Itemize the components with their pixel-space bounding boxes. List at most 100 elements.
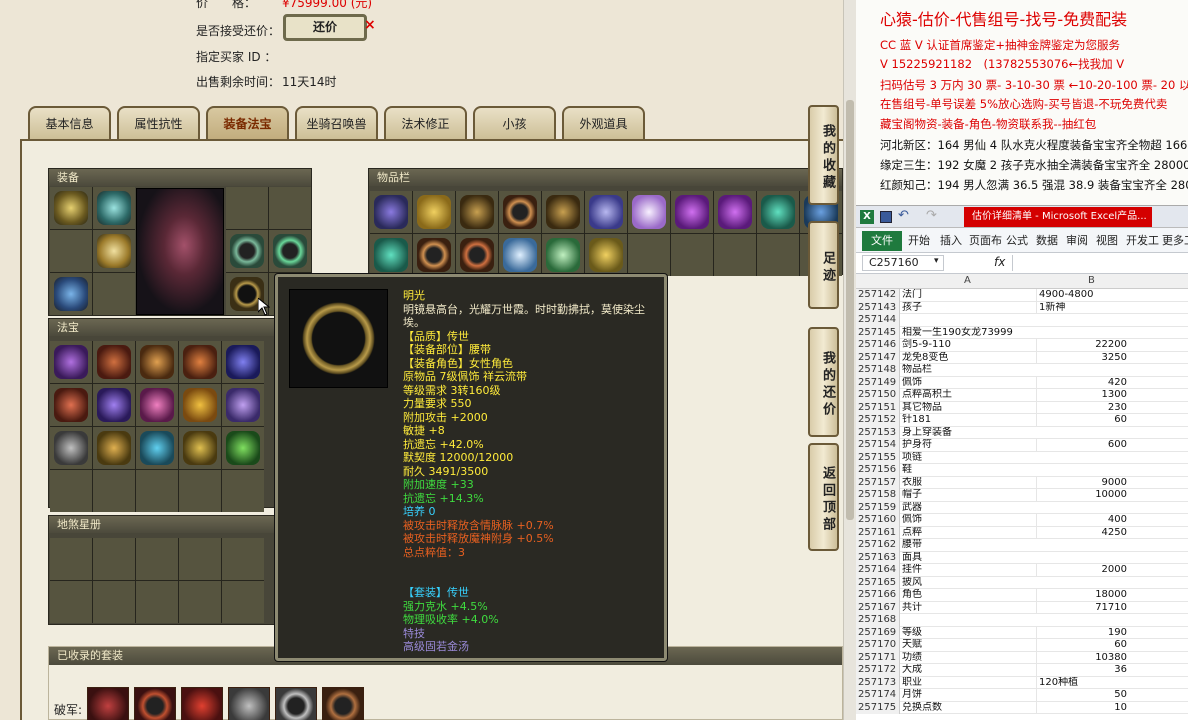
cell-a[interactable]: 佩饰 bbox=[902, 514, 1035, 527]
row-number[interactable]: 257159 bbox=[856, 501, 900, 514]
cell-b[interactable]: 60 bbox=[1036, 639, 1131, 652]
cell-b[interactable]: 600 bbox=[1036, 439, 1131, 452]
scroll-thumb[interactable] bbox=[846, 100, 854, 520]
cell-a[interactable]: 等级 bbox=[902, 627, 1035, 640]
treasure-slot[interactable] bbox=[179, 341, 221, 383]
cell-b[interactable]: 120种植 bbox=[1036, 676, 1131, 689]
cell-b[interactable]: 10380 bbox=[1036, 651, 1131, 664]
my-favorites-button[interactable]: 我的收藏 bbox=[808, 105, 839, 205]
inventory-slot[interactable] bbox=[456, 191, 498, 233]
inventory-slot[interactable] bbox=[628, 191, 670, 233]
cell-a[interactable]: 腰带 bbox=[902, 539, 1035, 552]
ribbon-tab-formulas[interactable]: 公式 bbox=[1006, 232, 1028, 248]
treasure-slot[interactable] bbox=[222, 470, 264, 512]
cell-b[interactable]: 50 bbox=[1036, 689, 1131, 702]
close-icon[interactable]: × bbox=[364, 17, 376, 33]
row-number[interactable]: 257161 bbox=[856, 526, 900, 539]
equip-slot[interactable] bbox=[226, 187, 268, 229]
treasure-slot[interactable] bbox=[179, 470, 221, 512]
row-number[interactable]: 257145 bbox=[856, 326, 900, 339]
row-number[interactable]: 257150 bbox=[856, 389, 900, 402]
earth-book-slot[interactable] bbox=[136, 538, 178, 580]
cell-a[interactable]: 针181 bbox=[902, 414, 1035, 427]
row-number[interactable]: 257143 bbox=[856, 301, 900, 314]
row-number[interactable]: 257171 bbox=[856, 651, 900, 664]
row-number[interactable]: 257172 bbox=[856, 664, 900, 677]
cell-b[interactable]: 1300 bbox=[1036, 389, 1131, 402]
treasure-slot[interactable] bbox=[179, 427, 221, 469]
row-number[interactable]: 257155 bbox=[856, 451, 900, 464]
page-scrollbar[interactable] bbox=[843, 0, 856, 720]
cell-a[interactable]: 点粹 bbox=[902, 527, 1035, 540]
cell-b[interactable]: 230 bbox=[1036, 401, 1131, 414]
row-number[interactable]: 257164 bbox=[856, 564, 900, 577]
earth-book-slot[interactable] bbox=[222, 581, 264, 623]
tab-attributes[interactable]: 属性抗性 bbox=[117, 106, 200, 139]
col-header-a[interactable]: A bbox=[964, 275, 971, 286]
equip-slot[interactable] bbox=[50, 230, 92, 272]
cell-b[interactable]: 420 bbox=[1036, 376, 1131, 389]
tab-spell-correction[interactable]: 法术修正 bbox=[384, 106, 467, 139]
ribbon-tab-view[interactable]: 视图 bbox=[1096, 232, 1118, 248]
suit-item[interactable] bbox=[275, 687, 317, 720]
row-number[interactable]: 257152 bbox=[856, 414, 900, 427]
row-number[interactable]: 257146 bbox=[856, 339, 900, 352]
back-to-top-button[interactable]: 返回顶部 bbox=[808, 443, 839, 551]
cell-b[interactable]: 36 bbox=[1036, 664, 1131, 677]
cell-b[interactable]: 10 bbox=[1036, 701, 1131, 714]
inventory-slot[interactable] bbox=[585, 191, 627, 233]
cell-a[interactable]: 衣服 bbox=[902, 477, 1035, 490]
formula-input[interactable] bbox=[1012, 255, 1184, 271]
row-number[interactable]: 257157 bbox=[856, 476, 900, 489]
cell-a[interactable]: 角色 bbox=[902, 589, 1035, 602]
inventory-slot[interactable] bbox=[370, 191, 412, 233]
treasure-slot[interactable] bbox=[50, 384, 92, 426]
equip-slot[interactable] bbox=[269, 230, 311, 272]
equip-slot[interactable] bbox=[93, 273, 135, 315]
ribbon-tab-more[interactable]: 更多工 bbox=[1162, 232, 1188, 248]
undo-icon[interactable]: ↶ bbox=[898, 208, 909, 223]
suit-item[interactable] bbox=[181, 687, 223, 720]
treasure-slot[interactable] bbox=[93, 427, 135, 469]
cell-a[interactable]: 天赋 bbox=[902, 639, 1035, 652]
cell-b[interactable]: 400 bbox=[1036, 514, 1131, 527]
name-box[interactable]: C257160 bbox=[862, 255, 944, 271]
my-offers-button[interactable]: 我的还价 bbox=[808, 327, 839, 437]
treasure-slot[interactable] bbox=[222, 384, 264, 426]
cell-b[interactable]: 2000 bbox=[1036, 564, 1131, 577]
row-number[interactable]: 257162 bbox=[856, 539, 900, 552]
tab-basic-info[interactable]: 基本信息 bbox=[28, 106, 111, 139]
equip-slot[interactable] bbox=[93, 230, 135, 272]
cell-a[interactable]: 佩饰 bbox=[902, 377, 1035, 390]
cell-a[interactable]: 披风 bbox=[902, 577, 1035, 590]
row-number[interactable]: 257147 bbox=[856, 351, 900, 364]
tab-appearance[interactable]: 外观道具 bbox=[562, 106, 645, 139]
row-number[interactable]: 257151 bbox=[856, 401, 900, 414]
row-number[interactable]: 257158 bbox=[856, 489, 900, 502]
equip-slot[interactable] bbox=[50, 187, 92, 229]
earth-book-slot[interactable] bbox=[222, 538, 264, 580]
cell-b[interactable]: 18000 bbox=[1036, 589, 1131, 602]
inventory-slot[interactable] bbox=[370, 234, 412, 276]
inventory-slot[interactable] bbox=[413, 234, 455, 276]
suit-item[interactable] bbox=[228, 687, 270, 720]
inventory-slot[interactable] bbox=[542, 191, 584, 233]
cell-a[interactable]: 其它物品 bbox=[902, 402, 1035, 415]
inventory-slot[interactable] bbox=[499, 234, 541, 276]
row-number[interactable]: 257142 bbox=[856, 289, 900, 302]
tab-child[interactable]: 小孩 bbox=[473, 106, 556, 139]
inventory-slot[interactable] bbox=[671, 234, 713, 276]
cell-b[interactable]: 190 bbox=[1036, 626, 1131, 639]
inventory-slot[interactable] bbox=[499, 191, 541, 233]
cell-b[interactable]: 71710 bbox=[1036, 601, 1131, 614]
cell-a[interactable]: 相爱一生190女龙73999 bbox=[902, 327, 1035, 340]
row-number[interactable]: 257160 bbox=[856, 514, 900, 527]
row-number[interactable]: 257163 bbox=[856, 551, 900, 564]
equip-slot[interactable] bbox=[50, 273, 92, 315]
col-header-b[interactable]: B bbox=[1088, 275, 1095, 286]
treasure-slot[interactable] bbox=[93, 470, 135, 512]
earth-book-slot[interactable] bbox=[179, 581, 221, 623]
inventory-slot[interactable] bbox=[585, 234, 627, 276]
suit-item[interactable] bbox=[87, 687, 129, 720]
earth-book-slot[interactable] bbox=[50, 538, 92, 580]
